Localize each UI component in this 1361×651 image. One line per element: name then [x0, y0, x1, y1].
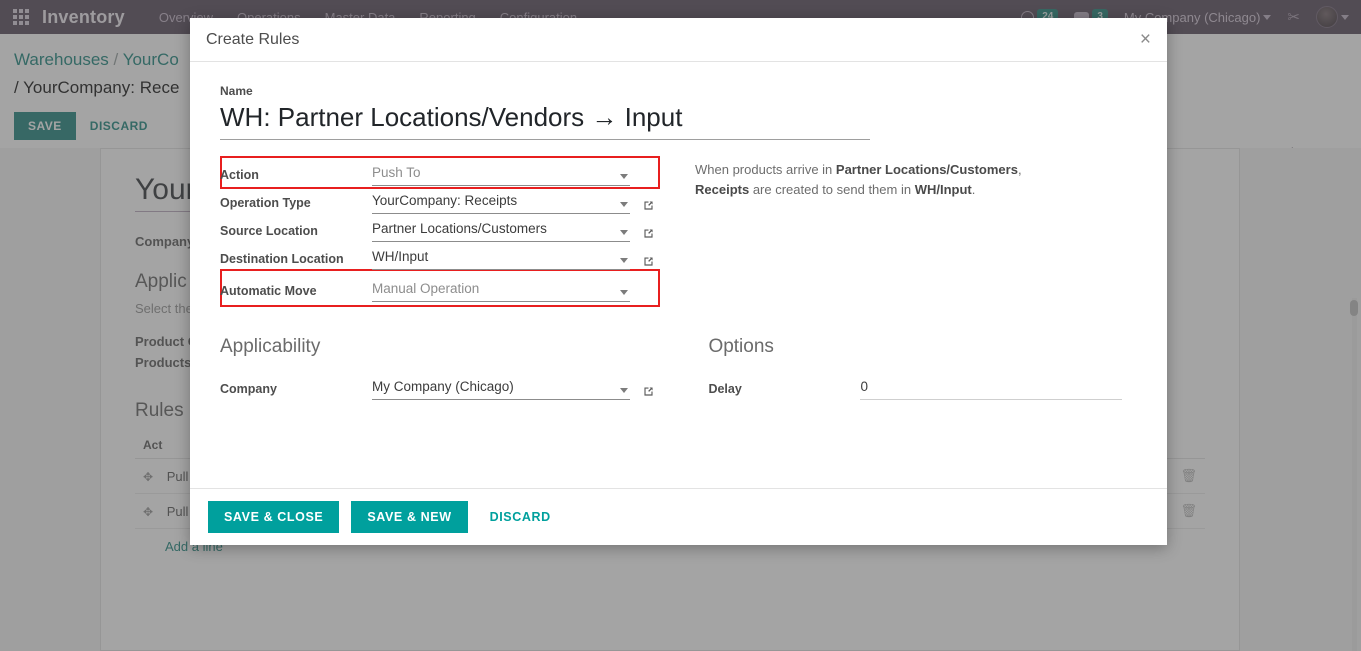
field-destination-location: Destination Location WH/Input [220, 242, 675, 270]
external-link-icon[interactable] [642, 255, 655, 268]
field-source-location-label: Source Location [220, 224, 318, 238]
field-company: Company My Company (Chicago) [220, 372, 688, 400]
external-link-icon[interactable] [642, 227, 655, 240]
right-help-column: When products arrive in Partner Location… [675, 156, 1125, 302]
name-field-group: Name WH: Partner Locations/Vendors → Inp… [220, 84, 870, 140]
bottom-columns: Applicability Company My Company (Chicag… [220, 302, 1137, 400]
save-and-new-button[interactable]: SAVE & NEW [351, 501, 468, 533]
applicability-heading: Applicability [220, 336, 321, 357]
field-source-location: Source Location Partner Locations/Custom… [220, 214, 675, 242]
name-input[interactable]: WH: Partner Locations/Vendors → Input [220, 102, 870, 140]
chevron-down-icon [620, 174, 628, 179]
applicability-section: Applicability Company My Company (Chicag… [220, 302, 688, 400]
field-operation-type-control[interactable]: YourCompany: Receipts [372, 192, 630, 214]
name-label: Name [220, 84, 253, 98]
help-bold-operation: Receipts [695, 181, 750, 197]
create-rules-dialog: Create Rules × Name WH: Partner Location… [190, 18, 1167, 545]
field-automatic-move-control[interactable]: Manual Operation [372, 280, 630, 302]
close-icon[interactable]: × [1140, 30, 1151, 49]
field-source-location-control[interactable]: Partner Locations/Customers [372, 220, 630, 242]
field-automatic-move: Automatic Move Manual Operation [220, 270, 675, 302]
dialog-header: Create Rules × [190, 18, 1167, 62]
field-automatic-move-label: Automatic Move [220, 284, 317, 298]
options-section: Options Delay 0 [688, 302, 1137, 400]
field-operation-type: Operation Type YourCompany: Receipts [220, 186, 675, 214]
help-bold-source: Partner Locations/Customers [835, 162, 1018, 177]
field-action-control[interactable]: Push To [372, 164, 630, 186]
help-part-1: When products arrive in [695, 162, 836, 177]
chevron-down-icon [620, 388, 628, 393]
left-field-column: Action Push To Operation Type YourCompan… [220, 156, 675, 307]
field-destination-location-value: WH/Input [372, 249, 429, 264]
field-delay-label: Delay [708, 382, 742, 396]
field-delay-value: 0 [860, 379, 868, 394]
external-link-icon[interactable] [642, 385, 655, 398]
rule-help-text: When products arrive in Partner Location… [695, 160, 1125, 199]
dialog-footer: SAVE & CLOSE SAVE & NEW DISCARD [190, 488, 1167, 545]
save-and-close-button[interactable]: SAVE & CLOSE [208, 501, 340, 533]
field-destination-location-control[interactable]: WH/Input [372, 248, 630, 270]
field-company-label: Company [220, 382, 277, 396]
field-action-label: Action [220, 168, 259, 182]
help-part-2: , [1017, 162, 1022, 177]
main-columns: Action Push To Operation Type YourCompan… [220, 156, 1137, 307]
field-action: Action Push To [220, 156, 675, 186]
field-delay-control[interactable]: 0 [860, 378, 1123, 400]
help-part-4: . [971, 181, 976, 197]
field-company-value: My Company (Chicago) [372, 379, 514, 394]
field-action-value: Push To [372, 165, 421, 180]
app-root: Inventory Overview Operations Master Dat… [0, 0, 1361, 651]
field-operation-type-value: YourCompany: Receipts [372, 193, 518, 208]
dialog-body: Name WH: Partner Locations/Vendors → Inp… [190, 62, 1167, 488]
field-operation-type-label: Operation Type [220, 196, 311, 210]
chevron-down-icon [620, 202, 628, 207]
field-automatic-move-value: Manual Operation [372, 281, 480, 296]
field-destination-location-label: Destination Location [220, 252, 344, 266]
field-company-control[interactable]: My Company (Chicago) [372, 378, 630, 400]
chevron-down-icon [620, 258, 628, 263]
help-part-3: are created to send them in [749, 181, 915, 197]
help-bold-destination: WH/Input [914, 181, 972, 197]
dialog-title: Create Rules [206, 30, 300, 48]
dialog-discard-button[interactable]: DISCARD [480, 501, 561, 533]
options-heading: Options [708, 336, 774, 357]
chevron-down-icon [620, 290, 628, 295]
chevron-down-icon [620, 230, 628, 235]
field-delay: Delay 0 [708, 372, 1137, 400]
external-link-icon[interactable] [642, 199, 655, 212]
field-source-location-value: Partner Locations/Customers [372, 221, 547, 236]
